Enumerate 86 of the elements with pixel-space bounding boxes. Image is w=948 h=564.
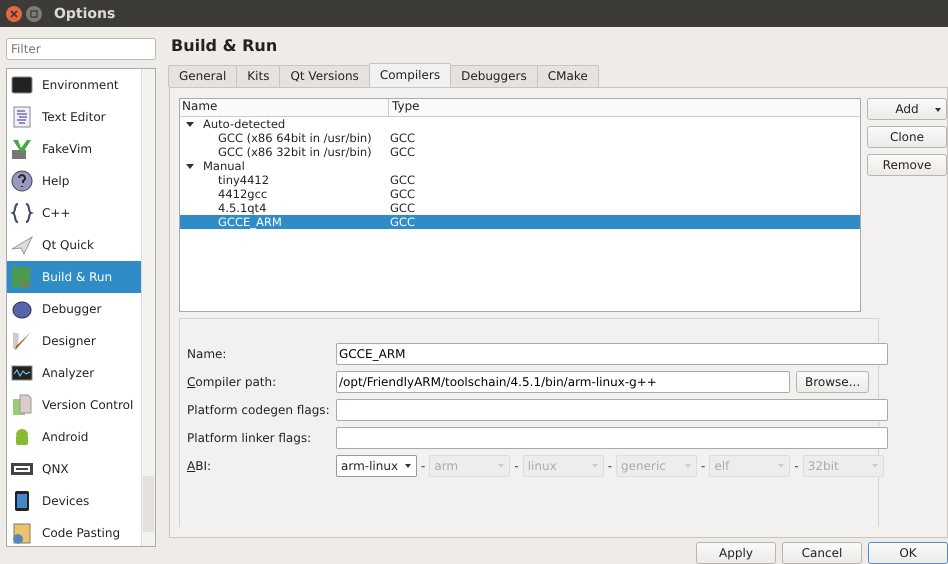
linker-flags-field[interactable] <box>336 426 888 449</box>
window-title: Options <box>54 6 116 22</box>
category-item[interactable]: Qt Quick <box>7 229 141 261</box>
table-cell-text: GCCE_ARM <box>217 214 283 229</box>
side-button[interactable]: Add <box>867 98 947 120</box>
page-title: Build & Run <box>171 36 278 56</box>
table-cell-text: 4.5.1qt4 <box>217 200 268 215</box>
paper-plane-icon <box>10 233 34 257</box>
separator-text: - <box>421 458 426 473</box>
tree-row[interactable]: 4412gcc GCC <box>180 186 860 201</box>
category-item[interactable]: Environment <box>7 69 141 101</box>
close-button[interactable] <box>6 6 22 22</box>
table-cell-text: GCC (x86 32bit in /usr/bin) <box>217 144 373 159</box>
dropdown-caret-icon <box>497 462 506 469</box>
category-item[interactable]: Analyzer <box>7 357 141 389</box>
tab[interactable]: General <box>168 64 238 87</box>
compiler-path-field[interactable]: /opt/FriendlyARM/toolschain/4.5.1/bin/arm-linux-g++ <box>336 370 790 393</box>
category-item[interactable]: FakeVim <box>7 133 141 165</box>
table-cell-text: GCC <box>389 130 415 145</box>
column-header[interactable]: Name <box>180 98 389 116</box>
side-button[interactable]: Remove <box>867 154 947 176</box>
abi-dropdown[interactable]: arm-linux <box>336 454 417 477</box>
filter-field[interactable]: Filter <box>6 38 156 60</box>
dialog-button[interactable]: Cancel <box>782 542 862 564</box>
field-label: Name: <box>187 346 228 361</box>
category-item[interactable]: Text Editor <box>7 101 141 133</box>
files-icon <box>10 393 34 417</box>
table-cell-text: GCC <box>389 200 415 215</box>
close-icon <box>9 8 19 18</box>
tree-group[interactable]: Auto-detected <box>203 116 286 131</box>
category-item[interactable]: Code Pasting <box>7 517 141 549</box>
maximize-icon <box>29 8 39 18</box>
v-logo-icon <box>10 137 34 161</box>
table-cell-text: tiny4412 <box>217 172 270 187</box>
tab[interactable]: Compilers <box>368 62 452 87</box>
tree-row[interactable]: GCC (x86 32bit in /usr/bin) GCC <box>180 144 860 159</box>
category-item[interactable]: Devices <box>7 485 141 517</box>
dropdown-caret-icon <box>934 106 942 113</box>
category-item[interactable]: C++ <box>7 197 141 229</box>
table-cell-text: GCC <box>389 186 415 201</box>
category-item[interactable]: Android <box>7 421 141 453</box>
dialog-button[interactable]: Apply <box>696 542 776 564</box>
separator-text: - <box>608 458 612 473</box>
codegen-flags-field[interactable] <box>336 398 888 421</box>
browse-button[interactable]: Browse... <box>796 370 870 393</box>
column-header[interactable]: Type <box>389 98 420 116</box>
brush-icon <box>10 329 34 353</box>
category-item[interactable]: Version Control <box>7 389 141 421</box>
question-icon <box>10 169 34 193</box>
dropdown-caret-icon <box>870 462 879 469</box>
separator-text: - <box>514 458 519 473</box>
tree-row[interactable]: GCC (x86 64bit in /usr/bin) GCC <box>180 130 860 145</box>
table-cell-text: 4412gcc <box>217 186 268 201</box>
table-cell-text: GCC <box>389 144 415 159</box>
side-button[interactable]: Clone <box>867 126 947 148</box>
category-item[interactable]: Build & Run <box>7 261 141 293</box>
tab[interactable]: Debuggers <box>450 64 538 87</box>
field-label: ABI: <box>187 458 212 473</box>
tree-group[interactable]: Manual <box>203 158 245 173</box>
scrollbar[interactable] <box>141 69 155 546</box>
separator-text: - <box>701 458 706 473</box>
tab[interactable]: CMake <box>536 64 599 87</box>
field-label: Platform linker flags: <box>187 430 312 445</box>
separator-text: - <box>794 458 799 473</box>
dialog-button[interactable]: OK <box>868 542 948 564</box>
tab[interactable]: Qt Versions <box>279 64 370 87</box>
field-label: Compiler path: <box>187 374 278 389</box>
dropdown-caret-icon <box>777 462 786 469</box>
table-cell-text: GCC (x86 64bit in /usr/bin) <box>217 130 373 145</box>
category-item[interactable]: Designer <box>7 325 141 357</box>
name-field[interactable]: GCCE_ARM <box>336 342 888 365</box>
tree-row[interactable]: tiny4412 GCC <box>180 172 860 187</box>
dropdown-caret-icon <box>590 462 599 469</box>
category-item[interactable]: Help <box>7 165 141 197</box>
table-cell-text: GCC <box>389 214 415 229</box>
table-cell-text: GCC <box>389 172 415 187</box>
dropdown-caret-icon <box>684 462 692 469</box>
dropdown-caret-icon <box>404 462 412 469</box>
tab[interactable]: Kits <box>236 64 280 87</box>
maximize-button[interactable] <box>26 6 42 22</box>
category-item[interactable]: Debugger <box>7 293 141 325</box>
braces-icon <box>10 201 34 225</box>
tree-row[interactable]: GCCE_ARM GCC <box>180 214 860 229</box>
tree-row[interactable]: 4.5.1qt4 GCC <box>180 200 860 215</box>
category-item[interactable]: QNX <box>7 453 141 485</box>
field-label: Platform codegen flags: <box>187 402 331 417</box>
